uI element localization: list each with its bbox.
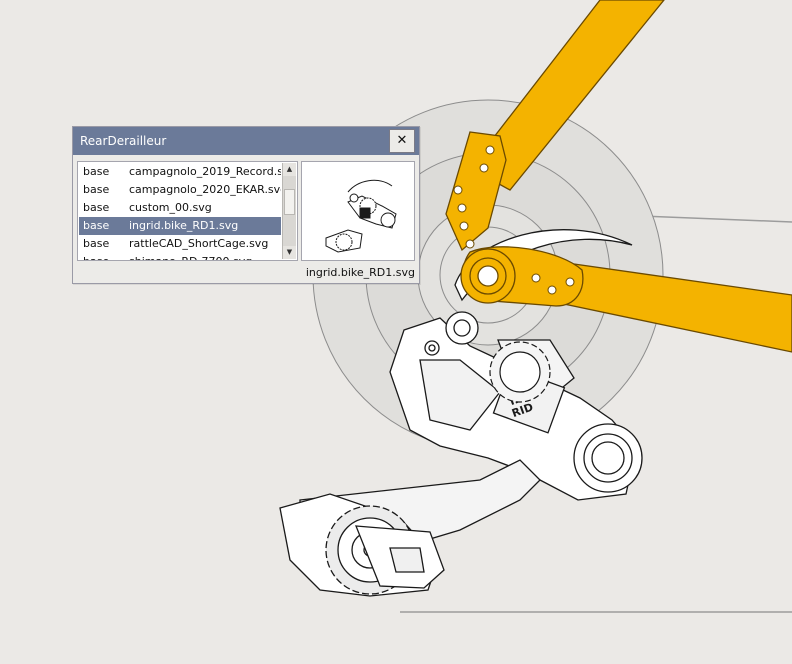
preview-caption: ingrid.bike_RD1.svg (305, 266, 415, 279)
dialog-titlebar[interactable]: RearDerailleur ✕ (73, 127, 419, 155)
scroll-up-arrow-icon[interactable]: ▲ (283, 163, 296, 176)
list-item-source: base (83, 219, 110, 232)
list-item[interactable]: base shimano_RD-7700.svg (79, 253, 281, 260)
derailleur-preview-image (325, 179, 397, 253)
cage (279, 459, 541, 597)
list-item-filename: rattleCAD_ShortCage.svg (129, 237, 269, 250)
preview-pane (301, 161, 415, 261)
scroll-down-arrow-icon[interactable]: ▼ (283, 246, 296, 259)
list-item-filename: ingrid.bike_RD1.svg (129, 219, 239, 232)
upper-pulley (489, 341, 551, 403)
file-list[interactable]: base campagnolo_2019_Record.sv base campagn… (77, 161, 298, 261)
list-item-source: base (83, 183, 110, 196)
scrollbar-thumb[interactable] (284, 189, 295, 215)
list-item-filename: campagnolo_2020_EKAR.svg (129, 183, 281, 196)
list-item-source: base (83, 201, 110, 214)
list-item[interactable]: base campagnolo_2020_EKAR.svg (79, 181, 281, 199)
list-item-source: base (83, 165, 110, 178)
list-item-source: base (83, 255, 109, 260)
list-item[interactable]: base rattleCAD_ShortCage.svg (79, 235, 281, 253)
dialog-title: RearDerailleur (80, 134, 167, 148)
close-button[interactable]: ✕ (389, 129, 415, 153)
drawing-canvas[interactable]: ING RID (0, 0, 792, 664)
list-item-filename: custom_00.svg (129, 201, 212, 214)
list-item-filename: shimano_RD-7700.svg (129, 255, 252, 260)
list-item[interactable]: base ingrid.bike_RD1.svg (79, 217, 281, 235)
close-icon: ✕ (396, 133, 408, 148)
list-item[interactable]: base campagnolo_2019_Record.sv (79, 163, 281, 181)
rear-derailleur-dialog: RearDerailleur ✕ base campagnolo_2019_Rec… (72, 126, 420, 284)
list-item-source: base (83, 237, 110, 250)
list-item-filename: campagnolo_2019_Record.sv (129, 165, 281, 178)
list-item[interactable]: base custom_00.svg (79, 199, 281, 217)
list-scrollbar[interactable]: ▲ ▼ (282, 163, 296, 259)
